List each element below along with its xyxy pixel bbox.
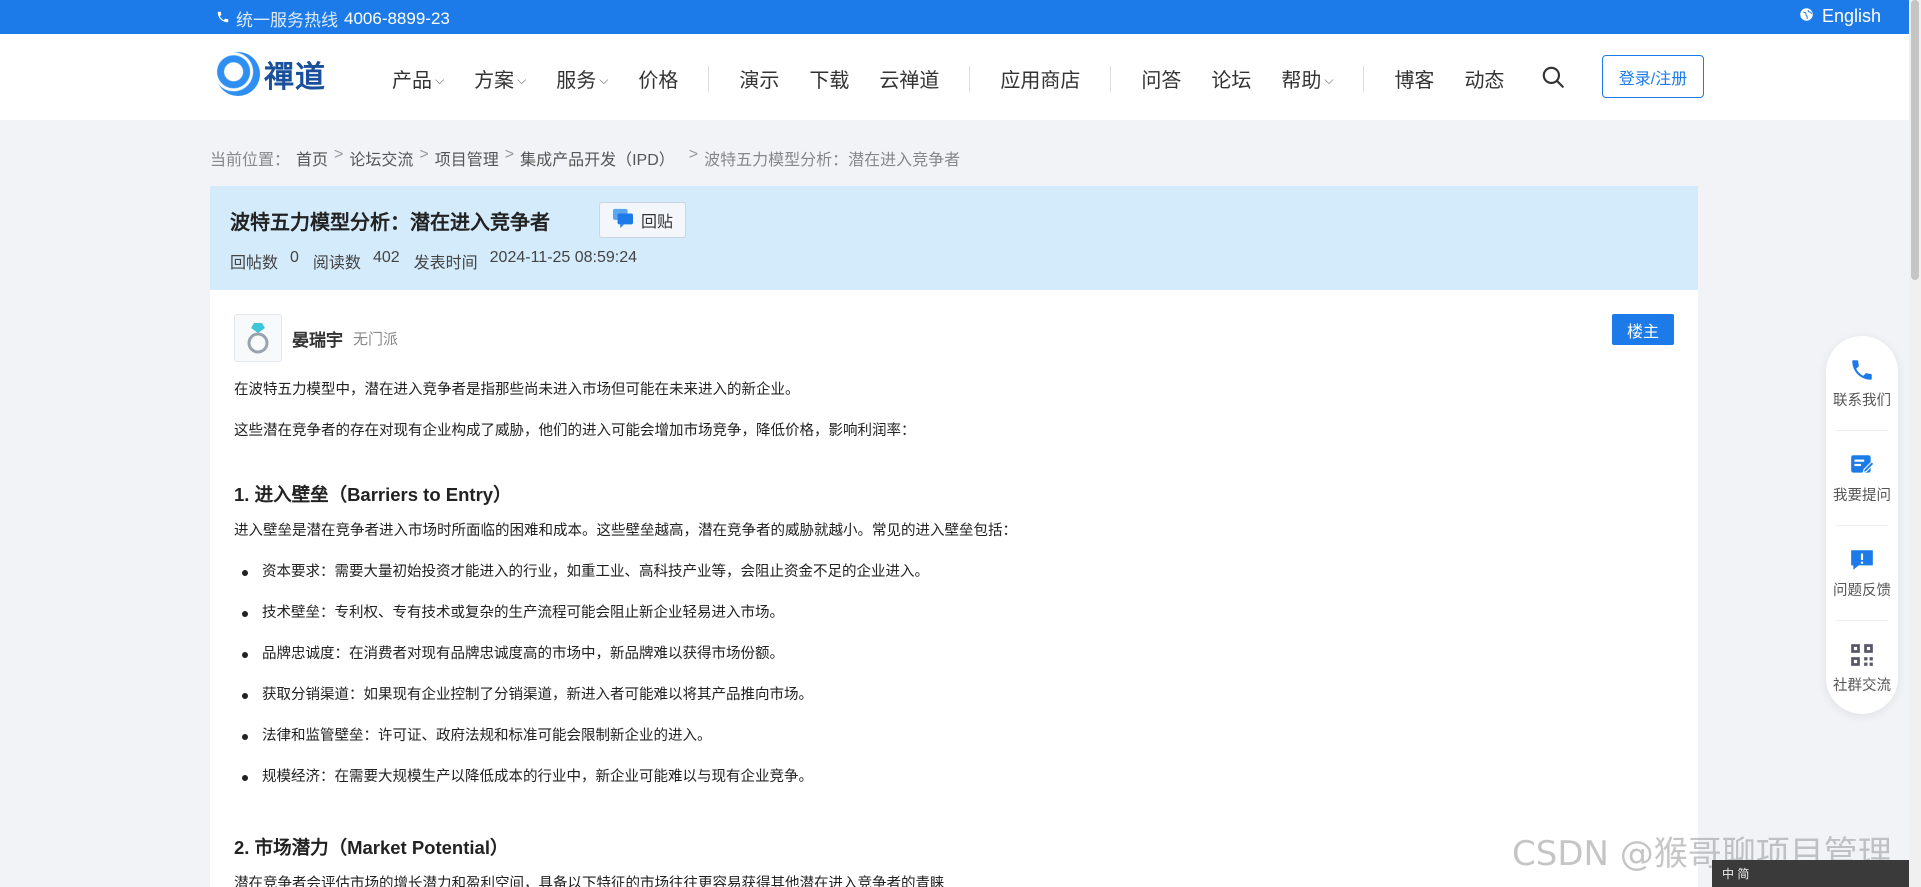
site-logo[interactable]: 禪道 xyxy=(216,52,326,96)
chevron-down-icon: ⌵ xyxy=(599,72,609,87)
nav-divider xyxy=(969,65,971,92)
posted-time: 2024-11-25 08:59:24 xyxy=(489,249,638,266)
nav-item-qa[interactable]: 问答 xyxy=(1141,64,1181,93)
ring-icon xyxy=(247,323,269,354)
author-info: 晏瑞宇 无门派 xyxy=(234,314,398,362)
search-icon[interactable] xyxy=(1540,64,1566,90)
bullet-icon xyxy=(242,651,248,658)
breadcrumb-separator: > xyxy=(688,146,699,163)
views-count: 402 xyxy=(372,249,400,266)
list-item: 技术壁垒：专利权、专有技术或复杂的生产流程可能会阻止新企业轻易进入市场。 xyxy=(234,603,784,625)
globe-icon xyxy=(1799,6,1814,27)
breadcrumb-separator: > xyxy=(419,146,429,163)
comment-icon xyxy=(612,208,634,233)
nav-item-service[interactable]: 服务 ⌵ xyxy=(556,64,608,93)
community-button[interactable]: 社群交流 xyxy=(1826,621,1898,715)
phone-icon xyxy=(1852,359,1872,380)
list-item: 资本要求：需要大量初始投资才能进入的行业，如重工业、高科技产业等，会阻止资金不足… xyxy=(234,562,929,584)
paragraph: 潜在竞争者会评估市场的增长潜力和盈利空间，具备以下特征的市场往往更容易获得其他潜… xyxy=(234,876,945,887)
breadcrumb-current: 波特五力模型分析：潜在进入竞争者 xyxy=(704,152,961,169)
nav-item-store[interactable]: 应用商店 xyxy=(1000,64,1080,93)
breadcrumb-ipd[interactable]: 集成产品开发（IPD） xyxy=(520,146,675,170)
nav-item-price[interactable]: 价格 xyxy=(638,64,678,93)
contact-us-button[interactable]: 联系我们 xyxy=(1826,336,1898,430)
nav-item-news[interactable]: 动态 xyxy=(1464,64,1504,93)
author-name[interactable]: 晏瑞宇 xyxy=(292,326,343,351)
breadcrumb-separator: > xyxy=(334,146,344,163)
service-hotline: 统一服务热线 4006-8899-23 xyxy=(216,6,450,31)
avatar[interactable] xyxy=(234,314,282,362)
bullet-icon xyxy=(242,733,248,740)
chevron-down-icon: ⌵ xyxy=(1324,72,1334,87)
breadcrumb-project-management[interactable]: 项目管理 xyxy=(435,146,499,170)
floating-side-panel: 联系我们 我要提问 问题反馈 社群交流 xyxy=(1826,336,1898,714)
hotline-number[interactable]: 4006-8899-23 xyxy=(344,9,450,29)
bullet-icon xyxy=(242,569,248,576)
logo-mark-icon xyxy=(216,52,260,96)
nav-divider xyxy=(1110,65,1112,92)
language-switch[interactable]: English xyxy=(1799,6,1881,27)
edit-question-icon xyxy=(1851,454,1875,473)
paragraph: 这些潜在竞争者的存在对现有企业构成了威胁，他们的进入可能会增加市场竞争，降低价格… xyxy=(234,423,916,439)
list-item: 规模经济：在需要大规模生产以降低成本的行业中，新企业可能难以与现有企业竞争。 xyxy=(234,767,813,789)
chevron-down-icon: ⌵ xyxy=(435,72,445,87)
author-tag: 无门派 xyxy=(353,330,399,348)
phone-icon xyxy=(216,9,230,29)
paragraph: 在波特五力模型中，潜在进入竞争者是指那些尚未进入市场但可能在未来进入的新企业。 xyxy=(234,382,800,398)
nav-item-blog[interactable]: 博客 xyxy=(1394,64,1434,93)
views-label: 阅读数 xyxy=(312,255,361,272)
hotline-label: 统一服务热线 xyxy=(236,11,338,30)
nav-item-download[interactable]: 下载 xyxy=(809,64,849,93)
feedback-icon xyxy=(1851,549,1873,570)
replies-count: 0 xyxy=(290,249,299,266)
post-title: 波特五力模型分析：潜在进入竞争者 xyxy=(230,212,550,234)
logo-text: 禪道 xyxy=(264,60,326,95)
ask-question-button[interactable]: 我要提问 xyxy=(1826,431,1898,525)
reply-label: 回贴 xyxy=(640,214,673,231)
nav-divider xyxy=(708,65,710,92)
post-meta: 回帖数 0 阅读数 402 发表时间 2024-11-25 08:59:24 xyxy=(230,249,641,273)
breadcrumb-separator: > xyxy=(504,146,515,163)
paragraph: 进入壁垒是潜在竞争者进入市场时所面临的困难和成本。这些壁垒越高，潜在竞争者的威胁… xyxy=(234,523,1017,539)
qrcode-icon xyxy=(1851,643,1873,666)
language-label: English xyxy=(1821,6,1881,26)
scrollbar-thumb[interactable] xyxy=(1911,0,1919,280)
page-scrollbar[interactable] xyxy=(1909,0,1921,887)
breadcrumb-forum[interactable]: 论坛交流 xyxy=(349,146,413,170)
nav-menu: 产品 ⌵ 方案 ⌵ 服务 ⌵ 价格 演示 下载 云禅道 应用商店 问答 论坛 帮助 ⌵ … xyxy=(392,64,1534,93)
nav-divider xyxy=(1363,65,1365,92)
nav-item-forum[interactable]: 论坛 xyxy=(1211,64,1251,93)
post-header: 波特五力模型分析：潜在进入竞争者 回贴 回帖数 0 阅读数 402 发表时间 2024… xyxy=(210,186,1698,290)
system-taskbar: 中 简 xyxy=(1712,860,1909,887)
list-item: 品牌忠诚度：在消费者对现有品牌忠诚度高的市场中，新品牌难以获得市场份额。 xyxy=(234,644,784,666)
nav-item-solution[interactable]: 方案 ⌵ xyxy=(474,64,526,93)
breadcrumb-prefix: 当前位置： xyxy=(210,152,291,169)
section-heading: 2. 市场潜力（Market Potential） xyxy=(234,837,509,858)
top-bar: 统一服务热线 4006-8899-23 English xyxy=(0,0,1909,34)
main-nav: 禪道 产品 ⌵ 方案 ⌵ 服务 ⌵ 价格 演示 下载 云禅道 应用商店 问答 论坛 帮… xyxy=(0,34,1909,120)
list-item: 法律和监管壁垒：许可证、政府法规和标准可能会限制新企业的进入。 xyxy=(234,726,712,748)
bullet-icon xyxy=(242,692,248,699)
breadcrumb: 当前位置： 首页 > 论坛交流 > 项目管理 > 集成产品开发（IPD） > 波… xyxy=(210,146,960,170)
nav-item-demo[interactable]: 演示 xyxy=(739,64,779,93)
owner-badge: 楼主 xyxy=(1612,314,1674,345)
list-item: 获取分销渠道：如果现有企业控制了分销渠道，新进入者可能难以将其产品推向市场。 xyxy=(234,685,813,707)
bullet-icon xyxy=(242,610,248,617)
posted-label: 发表时间 xyxy=(413,255,478,272)
nav-item-help[interactable]: 帮助 ⌵ xyxy=(1281,64,1333,93)
reply-button[interactable]: 回贴 xyxy=(599,202,686,238)
chevron-down-icon: ⌵ xyxy=(517,72,527,87)
login-register-button[interactable]: 登录/注册 xyxy=(1602,55,1704,98)
replies-label: 回帖数 xyxy=(230,255,279,272)
nav-item-product[interactable]: 产品 ⌵ xyxy=(392,64,444,93)
input-method-indicator[interactable]: 中 简 xyxy=(1722,865,1749,882)
section-heading: 1. 进入壁垒（Barriers to Entry） xyxy=(234,484,512,505)
nav-item-cloud[interactable]: 云禅道 xyxy=(879,64,939,93)
post-content-card: 晏瑞宇 无门派 楼主 在波特五力模型中，潜在进入竞争者是指那些尚未进入市场但可能… xyxy=(210,290,1698,887)
breadcrumb-home[interactable]: 首页 xyxy=(296,146,328,170)
feedback-button[interactable]: 问题反馈 xyxy=(1826,526,1898,620)
bullet-icon xyxy=(242,774,248,781)
